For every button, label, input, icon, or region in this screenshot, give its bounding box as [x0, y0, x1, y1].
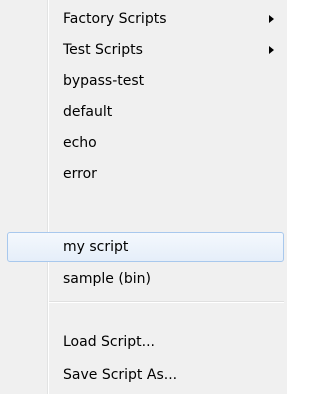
menu-item-my-script[interactable]: my script	[7, 232, 284, 262]
menu-item-default[interactable]: default	[3, 97, 284, 127]
menu-item-test-scripts[interactable]: Test Scripts	[3, 35, 284, 65]
menu-item-label: Test Scripts	[63, 42, 143, 58]
menu-item-label: Factory Scripts	[63, 11, 167, 27]
menu-item-label: Load Script...	[63, 334, 155, 350]
menu-item-label: default	[63, 104, 113, 120]
menu-separator-highlight	[49, 302, 284, 303]
menu-item-factory-scripts[interactable]: Factory Scripts	[3, 4, 284, 34]
context-menu: Factory Scripts Test Scripts bypass-test…	[0, 0, 287, 394]
submenu-arrow-icon	[269, 15, 274, 23]
menu-item-label: Save Script As...	[63, 367, 178, 383]
menu-item-echo[interactable]: echo	[3, 128, 284, 158]
menu-item-bypass-test[interactable]: bypass-test	[3, 66, 284, 96]
menu-item-label: my script	[63, 239, 129, 255]
menu-item-load-script[interactable]: Load Script...	[3, 327, 284, 357]
menu-item-error[interactable]: error	[3, 159, 284, 189]
menu-item-save-script-as[interactable]: Save Script As...	[3, 360, 284, 390]
menu-item-label: bypass-test	[63, 73, 145, 89]
menu-item-label: error	[63, 166, 97, 182]
menu-item-label: echo	[63, 135, 97, 151]
menu-item-label: sample (bin)	[63, 271, 151, 287]
menu-item-sample-bin[interactable]: sample (bin)	[3, 264, 284, 294]
submenu-arrow-icon	[269, 46, 274, 54]
